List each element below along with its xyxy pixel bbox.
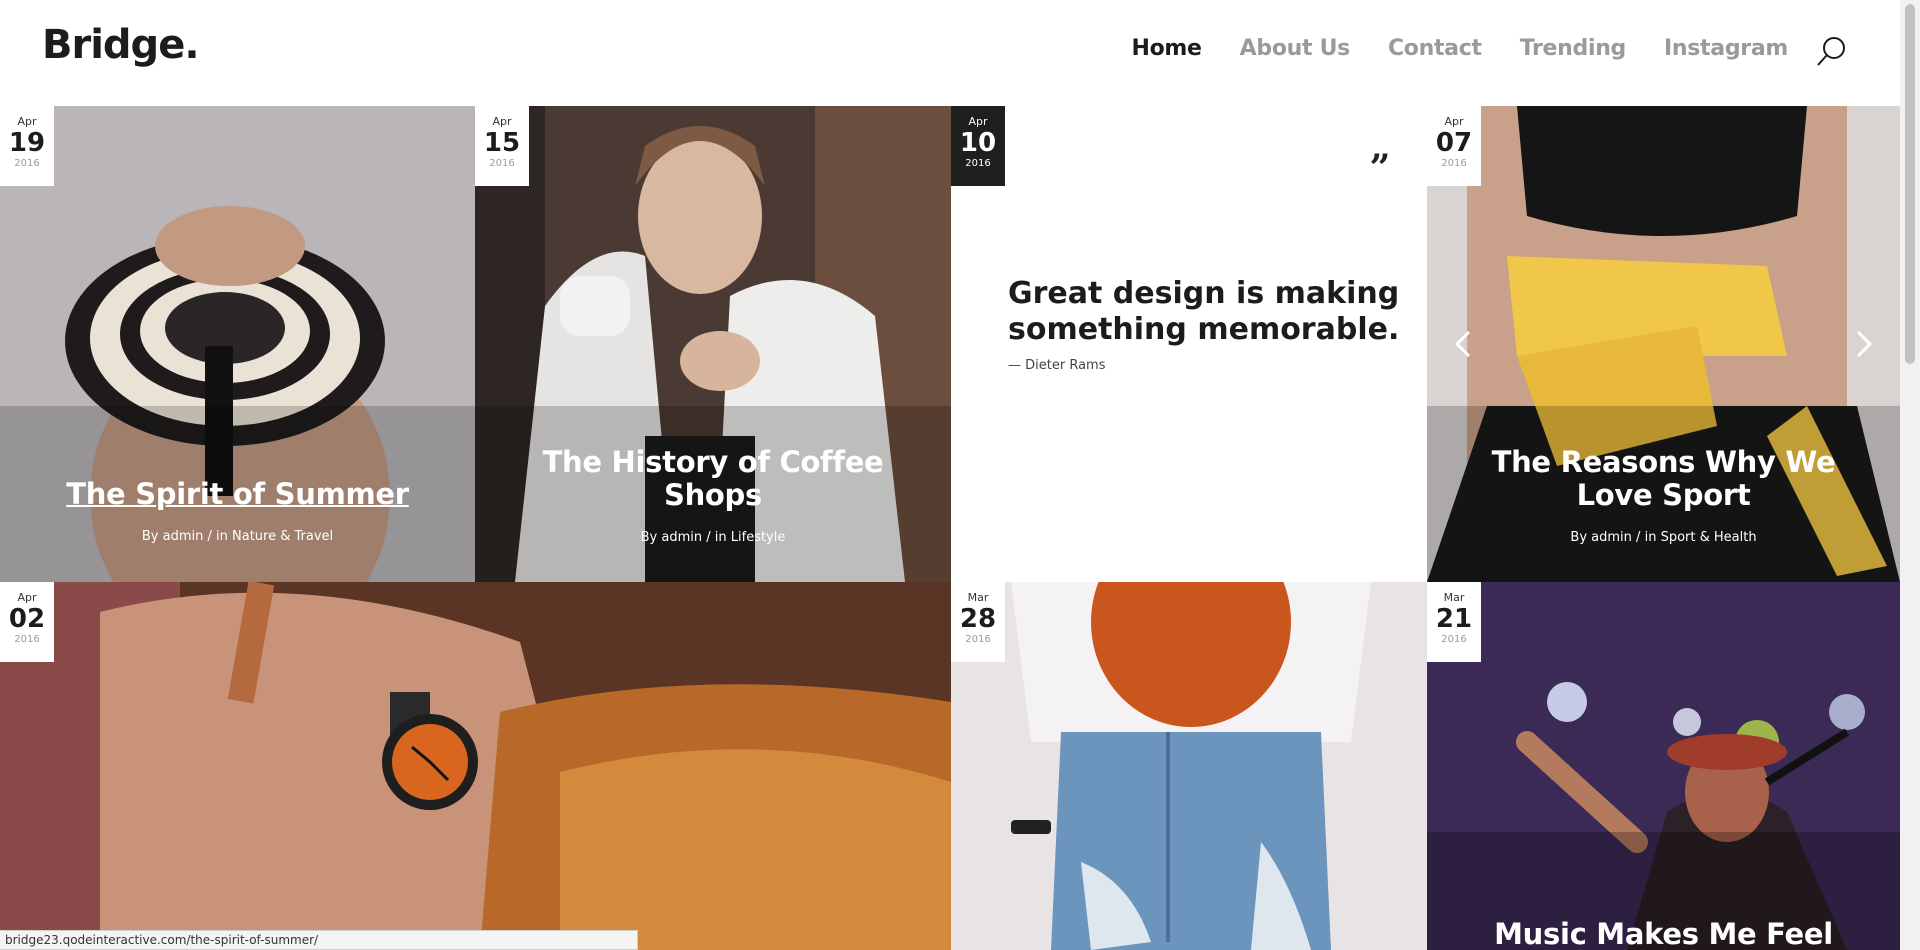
page-scrollbar[interactable] — [1900, 0, 1920, 950]
meta-by: By — [640, 530, 658, 545]
date-badge: Mar 28 2016 — [951, 582, 1005, 662]
meta-separator: / — [207, 529, 212, 544]
date-badge: Apr 19 2016 — [0, 106, 54, 186]
post-title[interactable]: The History of Coffee Shops — [515, 446, 911, 512]
date-month: Apr — [17, 591, 37, 604]
post-tile[interactable]: Mar 21 2016 Music Makes Me Feel — [1427, 582, 1900, 950]
date-day: 19 — [8, 128, 46, 158]
post-meta: By admin / in Sport & Health — [1467, 530, 1860, 545]
post-tile[interactable]: Apr 15 2016 The History of Coffee Shops … — [475, 106, 951, 582]
post-caption: The History of Coffee Shops By admin / i… — [515, 446, 911, 546]
date-day: 15 — [483, 128, 521, 158]
meta-in: in — [216, 529, 228, 544]
main-nav: Home About Us Contact Trending Instagram — [1131, 36, 1788, 61]
quote-author: — Dieter Rams — [1008, 358, 1106, 373]
quote-tile[interactable]: Apr 10 2016 „ Great design is making som… — [951, 106, 1427, 582]
date-year: 2016 — [14, 634, 40, 645]
post-tile[interactable]: Apr 02 2016 — [0, 582, 951, 950]
date-year: 2016 — [489, 158, 515, 169]
date-month: Apr — [17, 115, 37, 128]
nav-about-us[interactable]: About Us — [1240, 36, 1351, 61]
post-image — [0, 582, 951, 950]
date-year: 2016 — [14, 158, 40, 169]
post-caption: The Spirit of Summer By admin / in Natur… — [40, 478, 435, 545]
post-image — [951, 582, 1427, 950]
site-header: Bridge. Home About Us Contact Trending I… — [0, 0, 1900, 106]
post-category-link[interactable]: Sport & Health — [1661, 530, 1757, 545]
date-badge: Apr 07 2016 — [1427, 106, 1481, 186]
date-badge: Mar 21 2016 — [1427, 582, 1481, 662]
post-author-link[interactable]: admin — [163, 529, 204, 544]
date-day: 28 — [959, 604, 997, 634]
date-year: 2016 — [965, 158, 991, 169]
slider-next-icon[interactable] — [1848, 326, 1878, 362]
quote-mark-icon: „ — [1370, 126, 1391, 168]
post-author-link[interactable]: admin — [661, 530, 702, 545]
post-caption: The Reasons Why We Love Sport By admin /… — [1467, 446, 1860, 546]
nav-instagram[interactable]: Instagram — [1664, 36, 1788, 61]
date-month: Apr — [1444, 115, 1464, 128]
post-title[interactable]: Music Makes Me Feel — [1467, 918, 1860, 950]
date-month: Mar — [1443, 591, 1465, 604]
meta-in: in — [1644, 530, 1657, 545]
scrollbar-thumb[interactable] — [1905, 4, 1915, 364]
post-tile[interactable]: Mar 28 2016 — [951, 582, 1427, 950]
post-tile[interactable]: Apr 19 2016 The Spirit of Summer By admi… — [0, 106, 475, 582]
meta-separator: / — [706, 530, 711, 545]
post-title[interactable]: The Reasons Why We Love Sport — [1467, 446, 1860, 512]
date-month: Apr — [968, 115, 988, 128]
date-day: 21 — [1435, 604, 1473, 634]
search-icon[interactable] — [1814, 34, 1850, 70]
nav-contact[interactable]: Contact — [1388, 36, 1482, 61]
date-day: 07 — [1435, 128, 1473, 158]
nav-trending[interactable]: Trending — [1520, 36, 1627, 61]
date-badge: Apr 02 2016 — [0, 582, 54, 662]
post-image — [1427, 582, 1900, 950]
meta-in: in — [714, 530, 727, 545]
date-badge: Apr 15 2016 — [475, 106, 529, 186]
date-day: 10 — [959, 128, 997, 158]
meta-by: By — [1570, 530, 1588, 545]
blog-grid: Apr 19 2016 The Spirit of Summer By admi… — [0, 106, 1900, 950]
date-month: Apr — [492, 115, 512, 128]
post-category-link[interactable]: Nature & Travel — [232, 529, 333, 544]
nav-home[interactable]: Home — [1131, 36, 1201, 61]
slider-prev-icon[interactable] — [1449, 326, 1479, 362]
quote-text[interactable]: Great design is making something memorab… — [1008, 276, 1408, 348]
post-author-link[interactable]: admin — [1591, 530, 1632, 545]
date-year: 2016 — [1441, 158, 1467, 169]
date-badge: Apr 10 2016 — [951, 106, 1005, 186]
site-logo[interactable]: Bridge. — [42, 22, 200, 68]
meta-separator: / — [1636, 530, 1641, 545]
post-tile[interactable]: Apr 07 2016 The Reasons Why We Love Spor… — [1427, 106, 1900, 582]
date-year: 2016 — [1441, 634, 1467, 645]
date-month: Mar — [967, 591, 989, 604]
meta-by: By — [141, 529, 159, 544]
post-caption: Music Makes Me Feel — [1467, 918, 1860, 950]
post-category-link[interactable]: Lifestyle — [731, 530, 786, 545]
date-day: 02 — [8, 604, 46, 634]
post-meta: By admin / in Lifestyle — [515, 530, 911, 545]
browser-status-bar: bridge23.qodeinteractive.com/the-spirit-… — [0, 930, 638, 950]
post-title[interactable]: The Spirit of Summer — [40, 478, 435, 511]
post-meta: By admin / in Nature & Travel — [40, 529, 435, 544]
date-year: 2016 — [965, 634, 991, 645]
